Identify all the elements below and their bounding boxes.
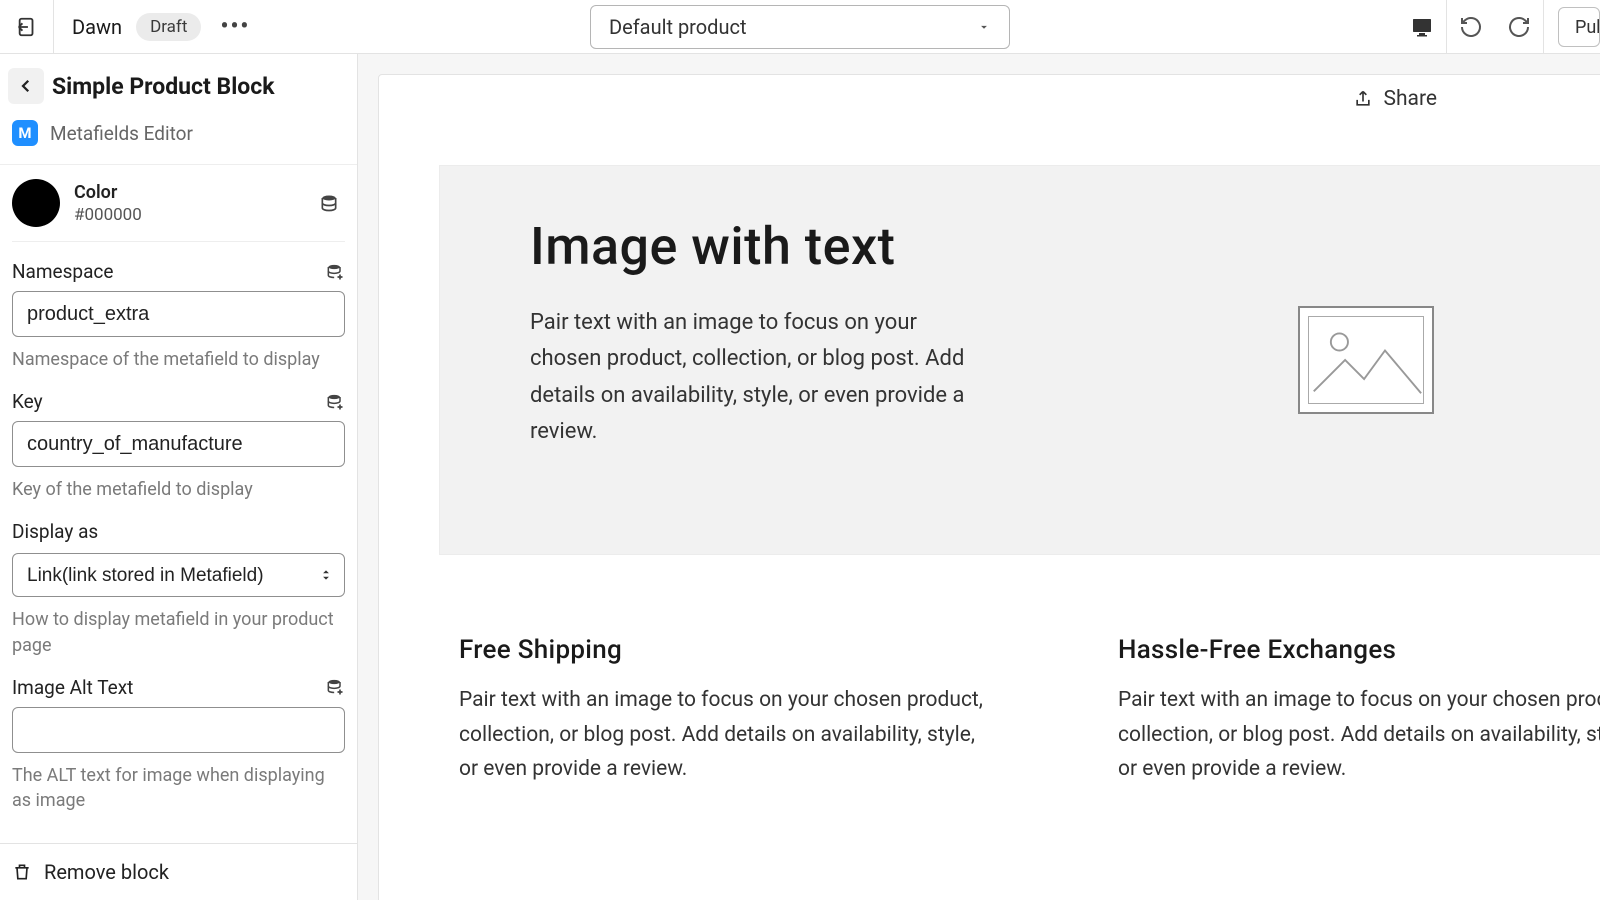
key-help: Key of the metafield to display [12, 477, 345, 502]
dynamic-source-add-icon[interactable] [325, 262, 345, 282]
image-with-text-section: Image with text Pair text with an image … [439, 165, 1600, 555]
image-alt-help: The ALT text for image when displaying a… [12, 763, 345, 813]
topbar-center: Default product [590, 5, 1010, 49]
dynamic-source-icon[interactable] [319, 193, 339, 213]
display-as-select[interactable]: Link(link stored in Metafield) [12, 553, 345, 597]
column-title: Free Shipping [459, 635, 998, 665]
theme-name: Dawn [54, 15, 136, 39]
draft-badge: Draft [136, 13, 201, 41]
app-name: Metafields Editor [50, 122, 193, 145]
back-button[interactable] [8, 68, 44, 104]
multicolumn-section: Free Shipping Pair text with an image to… [459, 635, 1600, 787]
share-icon [1353, 89, 1373, 109]
preview-frame: Share Image with text Pair text with an … [378, 74, 1600, 900]
color-swatch[interactable] [12, 179, 60, 227]
sidebar-body: Color #000000 Namespace Namespace of the… [0, 164, 357, 843]
color-label: Color [74, 182, 319, 203]
redo-icon [1507, 15, 1531, 39]
key-field: Key Key of the metafield to display [12, 372, 345, 502]
key-input[interactable] [12, 421, 345, 467]
remove-block-label: Remove block [44, 860, 169, 884]
template-select[interactable]: Default product [590, 5, 1010, 49]
image-alt-field: Image Alt Text The ALT text for image wh… [12, 658, 345, 813]
topbar-right: Publish [1398, 0, 1600, 54]
dynamic-source-add-icon[interactable] [325, 677, 345, 697]
share-label: Share [1383, 87, 1437, 111]
color-value: #000000 [74, 205, 319, 225]
topbar: Dawn Draft ••• Default product Publish [0, 0, 1600, 54]
remove-block-button[interactable]: Remove block [0, 843, 357, 900]
image-placeholder [1298, 306, 1434, 414]
chevron-left-icon [17, 77, 35, 95]
display-as-help: How to display metafield in your product… [12, 607, 345, 657]
column-body: Pair text with an image to focus on your… [1118, 683, 1600, 787]
namespace-label: Namespace [12, 260, 113, 283]
undo-button[interactable] [1447, 0, 1495, 54]
more-actions-button[interactable]: ••• [215, 7, 255, 47]
color-labels: Color #000000 [74, 182, 319, 225]
settings-sidebar: Simple Product Block M Metafields Editor… [0, 54, 358, 900]
key-label: Key [12, 390, 43, 413]
undo-icon [1459, 15, 1483, 39]
column-body: Pair text with an image to focus on your… [459, 683, 998, 787]
image-alt-label: Image Alt Text [12, 676, 133, 699]
namespace-field: Namespace Namespace of the metafield to … [12, 242, 345, 372]
color-setting[interactable]: Color #000000 [12, 165, 345, 242]
desktop-icon [1410, 15, 1434, 39]
publish-label: Publish [1575, 17, 1600, 38]
iwt-title: Image with text [530, 216, 1016, 277]
column-hassle-free-exchanges: Hassle-Free Exchanges Pair text with an … [1118, 635, 1600, 787]
iwt-image-column [1076, 166, 1600, 554]
namespace-input[interactable] [12, 291, 345, 337]
iwt-text-column: Image with text Pair text with an image … [440, 166, 1076, 554]
column-free-shipping: Free Shipping Pair text with an image to… [459, 635, 998, 787]
publish-button[interactable]: Publish [1558, 7, 1600, 47]
app-row: M Metafields Editor [0, 114, 357, 164]
iwt-body: Pair text with an image to focus on your… [530, 305, 970, 450]
block-title: Simple Product Block [52, 73, 275, 100]
namespace-help: Namespace of the metafield to display [12, 347, 345, 372]
caret-down-icon [977, 20, 991, 34]
exit-icon [16, 16, 38, 38]
preview-canvas: Share Image with text Pair text with an … [358, 54, 1600, 900]
topbar-left: Dawn Draft ••• [0, 0, 255, 53]
share-button[interactable]: Share [1353, 87, 1437, 111]
image-alt-input[interactable] [12, 707, 345, 753]
image-placeholder-icon [1309, 317, 1423, 403]
redo-button[interactable] [1495, 0, 1543, 54]
exit-editor-button[interactable] [0, 0, 54, 54]
display-as-label: Display as [12, 520, 98, 543]
template-select-value: Default product [609, 15, 747, 39]
trash-icon [12, 862, 32, 882]
ellipsis-icon: ••• [221, 14, 251, 39]
sidebar-header: Simple Product Block [0, 54, 357, 114]
display-as-field: Display as Link(link stored in Metafield… [12, 502, 345, 657]
app-badge-icon: M [12, 120, 38, 146]
dynamic-source-add-icon[interactable] [325, 392, 345, 412]
viewport-desktop-button[interactable] [1398, 0, 1446, 54]
divider [1543, 0, 1544, 54]
column-title: Hassle-Free Exchanges [1118, 635, 1600, 665]
